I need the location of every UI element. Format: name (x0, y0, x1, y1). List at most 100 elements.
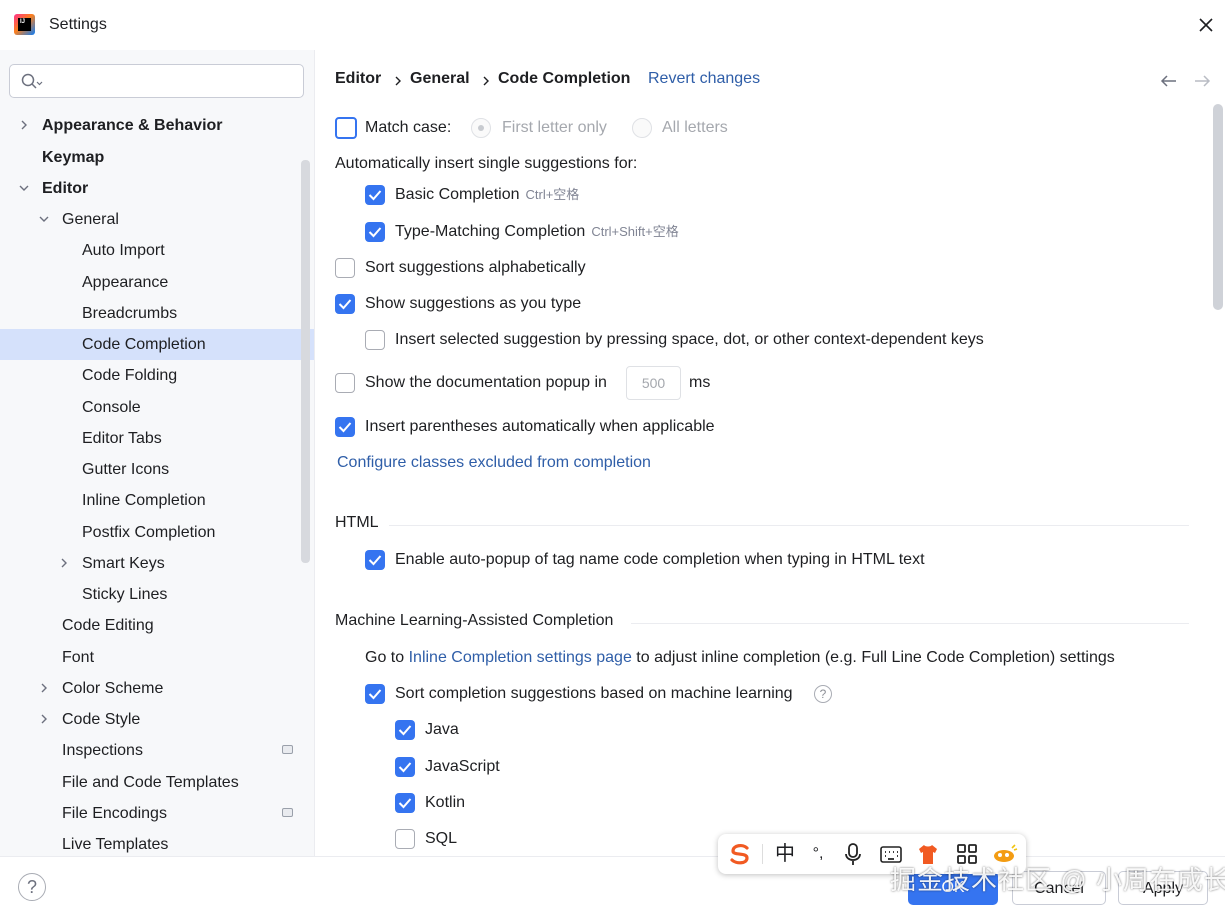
sql-label: SQL (425, 830, 458, 847)
type-matching-checkbox[interactable] (365, 222, 385, 242)
insert-parens-row: Insert parentheses automatically when ap… (335, 415, 835, 439)
chevron-right-icon[interactable] (39, 683, 49, 693)
settings-search-input[interactable] (9, 64, 304, 98)
html-autopopup-checkbox[interactable] (365, 550, 385, 570)
sql-checkbox[interactable] (395, 829, 415, 849)
chevron-right-icon[interactable] (39, 714, 49, 724)
tree-item-code-style[interactable]: Code Style (0, 704, 314, 735)
tree-item-label: Appearance & Behavior (42, 117, 223, 134)
sort-alpha-checkbox[interactable] (335, 258, 355, 278)
help-button[interactable]: ? (18, 873, 46, 901)
insert-parens-label: Insert parentheses automatically when ap… (365, 418, 715, 435)
ml-help-icon[interactable]: ? (814, 685, 832, 703)
tree-item-postfix-completion[interactable]: Postfix Completion (0, 517, 314, 548)
chevron-right-icon[interactable] (59, 558, 69, 568)
tree-item-editor-tabs[interactable]: Editor Tabs (0, 423, 314, 454)
first-letter-label: First letter only (502, 119, 607, 136)
ime-chinese-mode[interactable]: 中 (773, 842, 797, 866)
tree-item-code-completion[interactable]: Code Completion (0, 329, 314, 360)
ml-sort-row: Sort completion suggestions based on mac… (365, 682, 965, 706)
chevron-down-icon[interactable] (39, 214, 49, 224)
chevron-down-icon[interactable] (19, 183, 29, 193)
ml-sort-checkbox[interactable] (365, 684, 385, 704)
breadcrumb-editor[interactable]: Editor (335, 70, 381, 88)
basic-completion-checkbox[interactable] (365, 185, 385, 205)
doc-popup-checkbox[interactable] (335, 373, 355, 393)
tree-item-file-encodings[interactable]: File Encodings (0, 798, 314, 829)
tree-item-keymap[interactable]: Keymap (0, 142, 314, 173)
match-case-row: Match case: First letter only All letter… (335, 116, 935, 140)
html-autopopup-row: Enable auto-popup of tag name code compl… (365, 548, 1065, 572)
ml-goto-row: Go to Inline Completion settings page to… (365, 646, 1115, 670)
first-letter-radio[interactable] (471, 118, 491, 138)
tree-item-appearance-behavior[interactable]: Appearance & Behavior (0, 110, 314, 141)
back-arrow-icon[interactable] (1160, 74, 1178, 88)
tree-item-general[interactable]: General (0, 204, 314, 235)
show-as-type-row: Show suggestions as you type (335, 292, 735, 316)
tree-item-code-folding[interactable]: Code Folding (0, 360, 314, 391)
tree-item-label: Code Style (62, 711, 141, 728)
sogou-logo-icon[interactable] (728, 842, 752, 866)
tree-item-appearance[interactable]: Appearance (0, 267, 314, 298)
ime-separator (762, 844, 763, 864)
chevron-right-icon[interactable] (19, 120, 29, 130)
insert-selected-checkbox[interactable] (365, 330, 385, 350)
breadcrumb-general[interactable]: General (410, 70, 470, 88)
match-case-checkbox[interactable] (335, 117, 357, 139)
basic-completion-label: Basic Completion (395, 186, 520, 203)
lang-sql-row: SQL (395, 827, 595, 851)
ime-punctuation-mode[interactable]: °, (807, 842, 829, 866)
lang-java-row: Java (395, 718, 595, 742)
tree-item-label: Console (82, 399, 141, 416)
forward-arrow-icon[interactable] (1193, 74, 1211, 88)
content-scrollbar[interactable] (1213, 104, 1223, 310)
tree-item-inline-completion[interactable]: Inline Completion (0, 485, 314, 516)
tree-item-smart-keys[interactable]: Smart Keys (0, 548, 314, 579)
project-scope-icon (282, 808, 293, 817)
ml-section-title: Machine Learning-Assisted Completion (335, 612, 614, 629)
tree-item-label: Appearance (82, 274, 169, 291)
tree-item-font[interactable]: Font (0, 642, 314, 673)
tree-item-code-editing[interactable]: Code Editing (0, 610, 314, 641)
inline-completion-settings-link[interactable]: Inline Completion settings page (409, 649, 632, 666)
ml-goto-suffix: to adjust inline completion (e.g. Full L… (636, 649, 1115, 666)
tree-item-file-code-templates[interactable]: File and Code Templates (0, 767, 314, 798)
tree-item-label: Gutter Icons (82, 461, 170, 478)
doc-popup-delay-input[interactable]: 500 (626, 366, 681, 400)
show-as-type-checkbox[interactable] (335, 294, 355, 314)
java-checkbox[interactable] (395, 720, 415, 740)
all-letters-radio[interactable] (632, 118, 652, 138)
tree-item-breadcrumbs[interactable]: Breadcrumbs (0, 298, 314, 329)
tree-item-editor[interactable]: Editor (0, 173, 314, 204)
tree-item-label: Code Completion (82, 336, 206, 353)
sidebar-scrollbar[interactable] (301, 160, 310, 563)
breadcrumb-code-completion: Code Completion (498, 70, 631, 87)
doc-popup-unit: ms (689, 374, 711, 391)
javascript-checkbox[interactable] (395, 757, 415, 777)
check-icon (398, 762, 412, 773)
lang-kotlin-row: Kotlin (395, 791, 595, 815)
section-divider (389, 525, 1189, 526)
tree-item-label: Editor (42, 180, 89, 197)
tree-item-label: Breadcrumbs (82, 305, 178, 322)
insert-parens-checkbox[interactable] (335, 417, 355, 437)
tree-item-inspections[interactable]: Inspections (0, 735, 314, 766)
close-icon[interactable] (1195, 14, 1217, 36)
check-icon (368, 227, 382, 238)
tree-item-auto-import[interactable]: Auto Import (0, 235, 314, 266)
tree-item-gutter-icons[interactable]: Gutter Icons (0, 454, 314, 485)
microphone-icon[interactable] (842, 842, 864, 866)
tree-item-label: Keymap (42, 149, 105, 166)
revert-changes-link[interactable]: Revert changes (648, 70, 760, 88)
auto-insert-header: Automatically insert single suggestions … (335, 155, 638, 172)
tree-item-sticky-lines[interactable]: Sticky Lines (0, 579, 314, 610)
tree-item-console[interactable]: Console (0, 392, 314, 423)
show-as-type-label: Show suggestions as you type (365, 295, 582, 312)
html-section-title: HTML (335, 514, 379, 531)
kotlin-checkbox[interactable] (395, 793, 415, 813)
settings-content: Editor General Code Completion Revert ch… (315, 50, 1225, 856)
tree-item-color-scheme[interactable]: Color Scheme (0, 673, 314, 704)
configure-excluded-link[interactable]: Configure classes excluded from completi… (337, 451, 651, 475)
doc-popup-label: Show the documentation popup in (365, 374, 607, 391)
lang-javascript-row: JavaScript (395, 755, 595, 779)
